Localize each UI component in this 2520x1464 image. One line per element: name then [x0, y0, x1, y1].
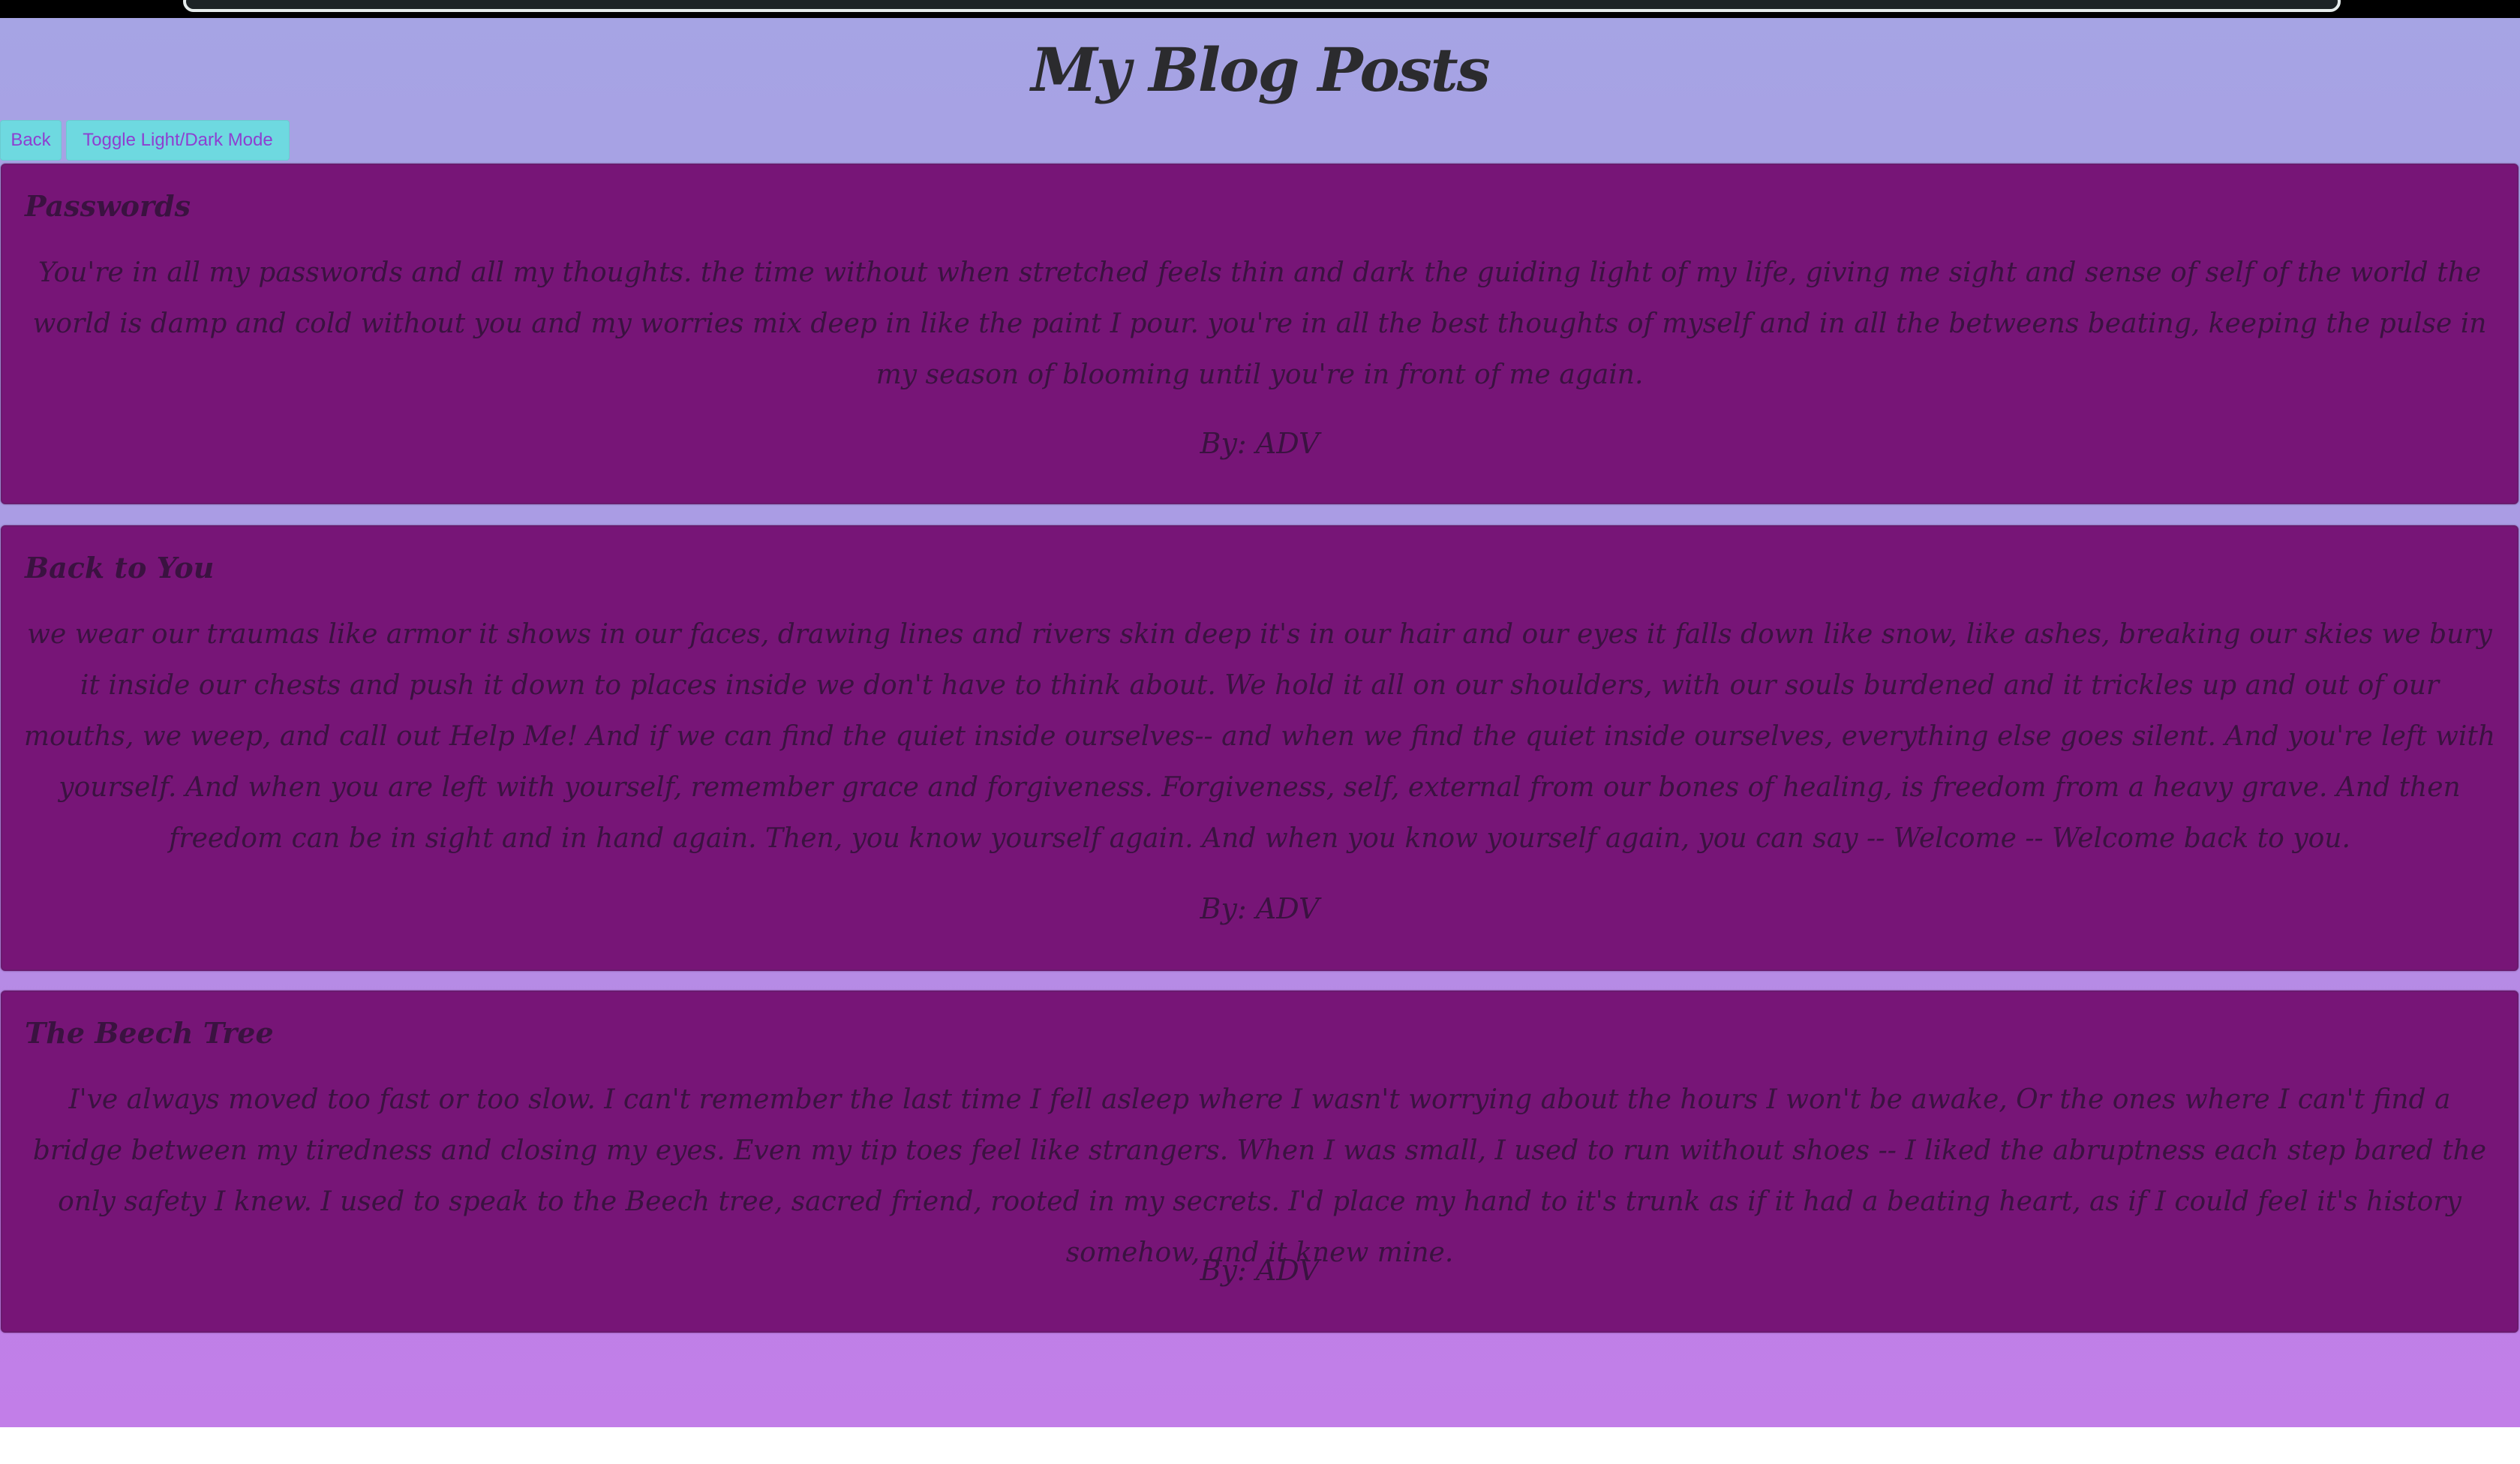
post-title: The Beech Tree: [25, 1016, 274, 1050]
post-author: By: ADV: [1200, 1254, 1320, 1287]
post-body: we wear our traumas like armor it shows …: [23, 619, 2496, 854]
blog-post-card: The Beech Tree I've always moved too fas…: [1, 991, 2518, 1333]
address-bar[interactable]: [183, 0, 2341, 12]
post-author: By: ADV: [1200, 427, 1320, 460]
post-title: Back to You: [25, 551, 215, 585]
post-title: Passwords: [25, 189, 191, 223]
back-button[interactable]: Back: [0, 120, 62, 161]
post-author: By: ADV: [1200, 892, 1320, 925]
browser-top-bar: [0, 0, 2520, 18]
post-body: You're in all my passwords and all my th…: [32, 257, 2487, 390]
page-title: My Blog Posts: [1031, 35, 1490, 105]
blog-post-card: Back to You we wear our traumas like arm…: [1, 525, 2518, 971]
post-body: I've always moved too fast or too slow. …: [32, 1084, 2487, 1268]
toggle-theme-button[interactable]: Toggle Light/Dark Mode: [66, 120, 290, 161]
blog-post-card: Passwords You're in all my passwords and…: [1, 164, 2518, 504]
